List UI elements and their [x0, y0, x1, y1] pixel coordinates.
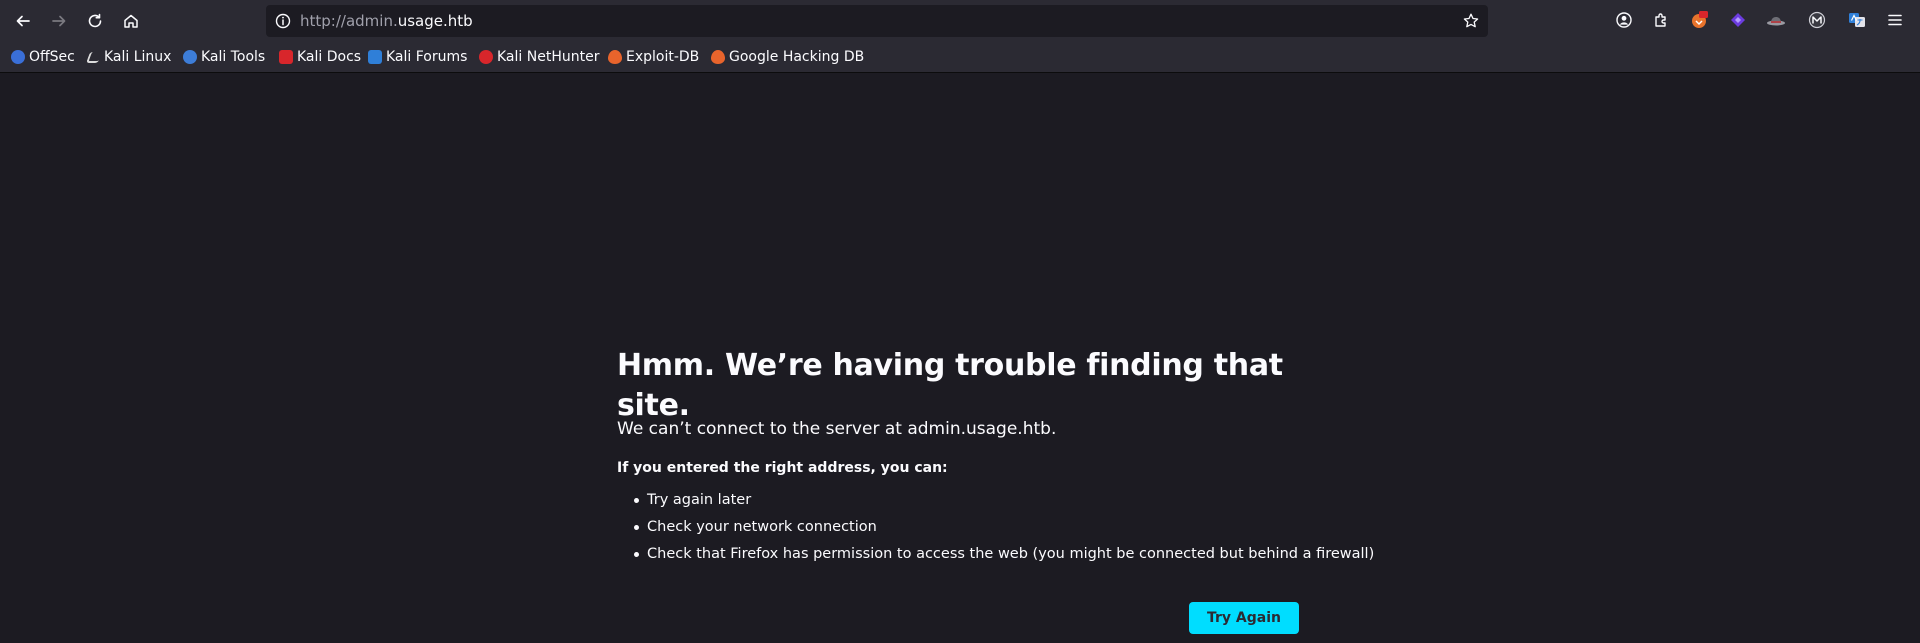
bookmark-label: Google Hacking DB — [729, 49, 865, 65]
bookmark-kali-docs[interactable]: Kali Docs — [279, 47, 361, 67]
url-text[interactable]: http://admin.usage.htb — [300, 12, 473, 30]
hat-icon — [1767, 17, 1785, 26]
bookmark-kali-forums[interactable]: Kali Forums — [368, 47, 467, 67]
puzzle-icon — [1655, 13, 1666, 27]
extension-translate-button[interactable] — [1846, 9, 1868, 31]
extension-hat-button[interactable] — [1765, 9, 1787, 31]
kali-forums-icon — [368, 50, 382, 64]
error-content: Hmm. We’re having trouble finding that s… — [617, 346, 1374, 562]
browser-toolbar: http://admin.usage.htb — [0, 0, 1920, 42]
bookmark-kali-linux[interactable]: Kali Linux — [85, 47, 172, 67]
back-button[interactable] — [9, 7, 37, 35]
bookmark-google-hacking-db[interactable]: Google Hacking DB — [711, 47, 864, 67]
suggestions-list: Try again later Check your network conne… — [617, 490, 1374, 571]
arrow-left-icon — [16, 15, 30, 27]
exploit-db-icon — [608, 50, 622, 64]
extension-foxyproxy-button[interactable] — [1688, 9, 1710, 31]
home-icon — [124, 14, 138, 28]
ghdb-icon — [711, 50, 725, 64]
extension-m-button[interactable] — [1806, 9, 1828, 31]
bookmark-label: Exploit-DB — [626, 49, 700, 65]
bookmark-offsec[interactable]: OffSec — [11, 47, 75, 67]
home-button[interactable] — [117, 7, 145, 35]
kali-dragon-icon — [85, 51, 103, 63]
error-description: We can’t connect to the server at admin.… — [617, 419, 1057, 439]
url-bar[interactable]: http://admin.usage.htb — [266, 5, 1488, 37]
foxyproxy-icon — [1692, 11, 1708, 28]
suggestions-heading: If you entered the right address, you ca… — [617, 460, 948, 476]
bookmark-kali-nethunter[interactable]: Kali NetHunter — [479, 47, 599, 67]
bookmark-label: Kali NetHunter — [497, 49, 600, 65]
url-domain: usage.htb — [397, 12, 473, 30]
offsec-icon — [11, 50, 25, 64]
arrow-right-icon — [52, 15, 66, 27]
list-item: Check your network connection — [617, 517, 1374, 544]
page-title: Hmm. We’re having trouble finding that s… — [617, 348, 1283, 423]
bookmark-label: OffSec — [29, 49, 75, 65]
hamburger-menu-icon — [1888, 14, 1902, 26]
bookmark-label: Kali Forums — [386, 49, 468, 65]
wappalyzer-icon — [1731, 13, 1745, 27]
url-prefix: http://admin. — [300, 12, 398, 30]
reload-icon — [88, 13, 102, 28]
bookmark-kali-tools[interactable]: Kali Tools — [183, 47, 265, 67]
kali-nethunter-icon — [479, 50, 493, 64]
account-button[interactable] — [1613, 9, 1635, 31]
bookmarks-toolbar: OffSec Kali Linux Kali Tools Kali Docs K… — [0, 42, 1920, 73]
bookmark-label: Kali Docs — [297, 49, 362, 65]
reload-button[interactable] — [81, 7, 109, 35]
info-icon[interactable] — [274, 12, 292, 30]
bookmark-label: Kali Tools — [201, 49, 266, 65]
bookmark-star-icon[interactable] — [1462, 12, 1480, 30]
list-item: Check that Firefox has permission to acc… — [617, 544, 1374, 571]
list-item: Try again later — [617, 490, 1374, 517]
kali-tools-icon — [183, 50, 197, 64]
forward-button[interactable] — [45, 7, 73, 35]
account-icon — [1616, 12, 1632, 28]
try-again-button[interactable]: Try Again — [1189, 602, 1299, 634]
extension-wappalyzer-button[interactable] — [1727, 9, 1749, 31]
extensions-button[interactable] — [1650, 9, 1672, 31]
kali-docs-icon — [279, 50, 293, 64]
bookmark-exploit-db[interactable]: Exploit-DB — [608, 47, 699, 67]
m-logo-icon — [1808, 11, 1826, 29]
menu-button[interactable] — [1884, 9, 1906, 31]
bookmark-label: Kali Linux — [104, 49, 172, 65]
translate-icon — [1849, 13, 1865, 27]
